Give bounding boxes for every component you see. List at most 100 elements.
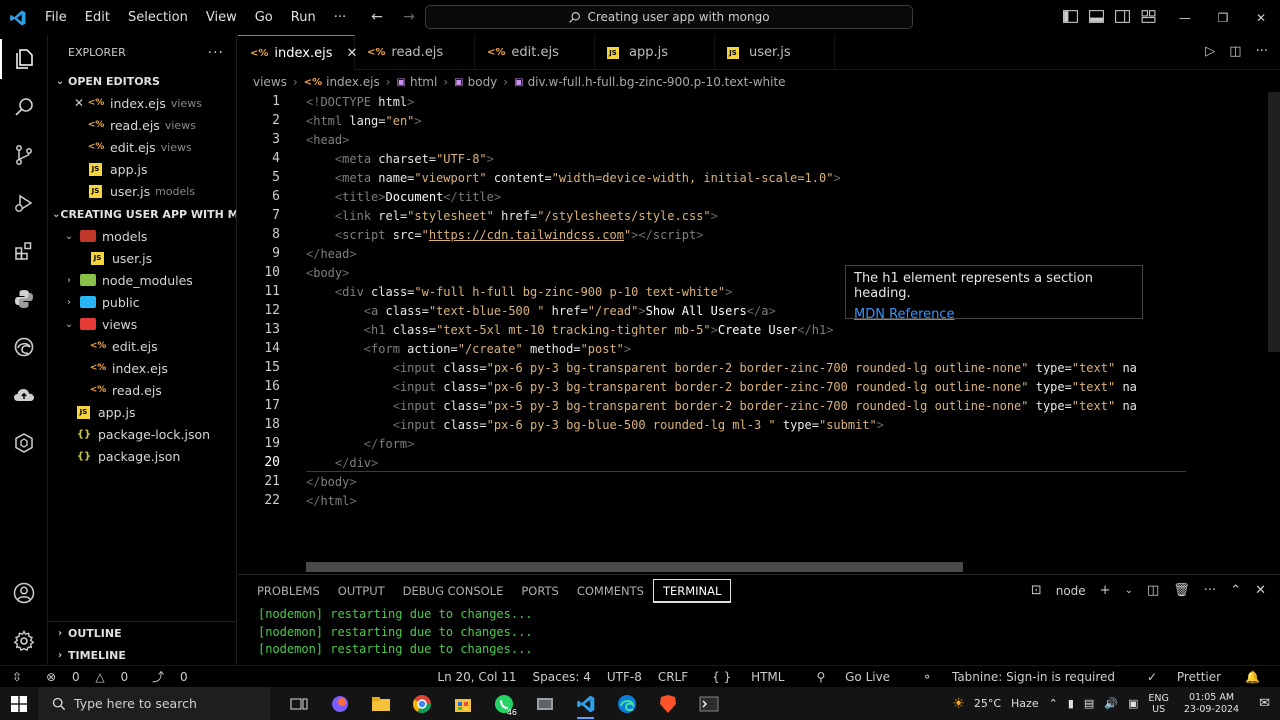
ports-status[interactable]: ⤴ 0 (140, 668, 199, 685)
trash-icon[interactable]: 🗑 (1173, 583, 1190, 598)
terminal-icon[interactable] (688, 687, 729, 720)
language-indicator[interactable]: ENG US (1143, 693, 1173, 715)
run-file-icon[interactable]: ▷ (1205, 44, 1215, 59)
brave-icon[interactable] (647, 687, 688, 720)
menu-file[interactable]: File (36, 10, 76, 25)
menu-more[interactable]: ··· (325, 10, 355, 25)
manage-gear-icon[interactable] (0, 617, 48, 665)
code-line[interactable]: 17 <input class="px-5 py-3 bg-transparen… (238, 396, 1280, 415)
code-line[interactable]: 20 </div> (238, 453, 1280, 472)
code-line[interactable]: 2 <html lang="en"> (238, 111, 1280, 130)
chevron-down-icon[interactable]: ⌄ (1125, 585, 1133, 596)
run-debug-icon[interactable] (0, 179, 48, 227)
code-line[interactable]: 19 </form> (238, 434, 1280, 453)
tree-folder-public[interactable]: › public (48, 291, 236, 313)
code-line[interactable]: 4 <meta charset="UTF-8"> (238, 149, 1280, 168)
end-of-line[interactable]: CRLF (650, 670, 696, 684)
more-actions-icon[interactable]: ··· (1204, 583, 1216, 598)
source-control-icon[interactable] (0, 131, 48, 179)
taskbar-search[interactable]: Type here to search (38, 687, 270, 720)
remote-indicator-icon[interactable]: ⇳ (0, 670, 34, 684)
code-line[interactable]: 15 <input class="px-6 py-3 bg-transparen… (238, 358, 1280, 377)
tab-debug-console[interactable]: DEBUG CONSOLE (394, 575, 513, 607)
edge-devtools-icon[interactable] (0, 323, 48, 371)
mdn-reference-link[interactable]: MDN Reference (854, 307, 955, 322)
breadcrumb-views[interactable]: views (253, 75, 287, 89)
cursor-position[interactable]: Ln 20, Col 11 (429, 670, 524, 684)
extensions-icon[interactable] (0, 227, 48, 275)
go-live-button[interactable]: ⚲ Go Live (800, 670, 906, 684)
whatsapp-icon[interactable]: 46 (483, 687, 524, 720)
generic-app-icon[interactable] (524, 687, 565, 720)
open-editor-item[interactable]: ✕ <% index.ejs views (48, 92, 236, 114)
tab-edit-ejs[interactable]: <% edit.ejs (475, 35, 595, 70)
menu-view[interactable]: View (197, 10, 246, 25)
tabnine-status[interactable]: ⚬ Tabnine: Sign-in is required (906, 670, 1131, 684)
tray-chevron-up-icon[interactable]: ⌃ (1044, 697, 1063, 710)
tab-app-js[interactable]: JS app.js (595, 35, 715, 70)
code-line[interactable]: 21 </body> (238, 472, 1280, 491)
problems-status[interactable]: ⊗ 0 △ 0 (34, 670, 140, 684)
code-line[interactable]: 9 </head> (238, 244, 1280, 263)
back-arrow-icon[interactable]: ← (366, 6, 388, 28)
customize-layout-icon[interactable] (1140, 8, 1157, 25)
new-terminal-icon[interactable]: + (1100, 583, 1111, 598)
notifications-bell-icon[interactable]: 🔔 (1237, 670, 1268, 684)
menu-selection[interactable]: Selection (119, 10, 197, 25)
volume-icon[interactable]: 🔊 (1099, 697, 1123, 710)
split-terminal-icon[interactable]: ◫ (1147, 583, 1159, 598)
breadcrumb-body[interactable]: body (468, 75, 498, 89)
restore-icon[interactable]: ❐ (1204, 0, 1242, 35)
terminal-shell-name[interactable]: node (1056, 584, 1086, 598)
battery-icon[interactable]: ▮ (1063, 697, 1079, 710)
toggle-panel-icon[interactable] (1088, 8, 1105, 25)
tab-ports[interactable]: PORTS (512, 575, 567, 607)
code-editor[interactable]: 1 <!DOCTYPE html> 2 <html lang="en"> 3 <head>… (238, 92, 1280, 572)
tab-index-ejs[interactable]: <% index.ejs ✕ (238, 35, 357, 70)
open-editors-header[interactable]: ⌄ OPEN EDITORS (48, 70, 236, 92)
close-window-icon[interactable]: ✕ (1242, 0, 1280, 35)
more-actions-icon[interactable]: ··· (1256, 44, 1268, 59)
weather-temperature[interactable]: 25°C (969, 697, 1006, 710)
search-view-icon[interactable] (0, 83, 48, 131)
tab-output[interactable]: OUTPUT (329, 575, 394, 607)
python-icon[interactable] (0, 275, 48, 323)
clock[interactable]: 01:05 AM 23-09-2024 (1174, 692, 1249, 716)
explorer-more-actions[interactable]: ··· (208, 45, 224, 61)
explorer-icon[interactable] (0, 35, 48, 83)
timeline-header[interactable]: › TIMELINE (48, 644, 237, 666)
tab-terminal[interactable]: TERMINAL (652, 579, 732, 603)
menu-go[interactable]: Go (246, 10, 282, 25)
code-line[interactable]: 3 <head> (238, 130, 1280, 149)
tray-app-icon[interactable]: ▣ (1123, 697, 1143, 710)
tree-folder-node-modules[interactable]: › node_modules (48, 269, 236, 291)
minimize-icon[interactable]: — (1166, 0, 1204, 35)
toggle-primary-sidebar-icon[interactable] (1062, 8, 1079, 25)
tree-file-app-js[interactable]: JS app.js (48, 401, 236, 423)
tab-read-ejs[interactable]: <% read.ejs (355, 35, 475, 70)
menu-run[interactable]: Run (282, 10, 325, 25)
tree-file-edit-ejs[interactable]: <% edit.ejs (48, 335, 236, 357)
vertical-scrollbar[interactable] (1268, 92, 1280, 352)
tree-file-package-lock[interactable]: {} package-lock.json (48, 423, 236, 445)
store-icon[interactable] (442, 687, 483, 720)
azure-cloud-icon[interactable] (0, 371, 48, 419)
tree-file-package-json[interactable]: {} package.json (48, 445, 236, 467)
code-line[interactable]: 8 <script src="https://cdn.tailwindcss.c… (238, 225, 1280, 244)
tab-problems[interactable]: PROBLEMS (248, 575, 329, 607)
edge-icon[interactable] (606, 687, 647, 720)
code-line[interactable]: 1 <!DOCTYPE html> (238, 92, 1280, 111)
open-editor-item[interactable]: JS app.js (48, 158, 236, 180)
code-line[interactable]: 6 <title>Document</title> (238, 187, 1280, 206)
prettier-status[interactable]: ✓ Prettier (1131, 670, 1237, 684)
encoding[interactable]: UTF-8 (599, 670, 650, 684)
toggle-secondary-sidebar-icon[interactable] (1114, 8, 1131, 25)
windows-start-icon[interactable] (0, 687, 38, 720)
language-mode[interactable]: { } HTML (696, 670, 800, 684)
close-panel-icon[interactable]: ✕ (1255, 583, 1266, 598)
breadcrumb-file[interactable]: index.ejs (326, 75, 380, 89)
horizontal-scrollbar[interactable] (306, 562, 963, 572)
tree-file-user-js[interactable]: JS user.js (48, 247, 236, 269)
file-explorer-icon[interactable] (360, 687, 401, 720)
code-line[interactable]: 18 <input class="px-6 py-3 bg-blue-500 r… (238, 415, 1280, 434)
